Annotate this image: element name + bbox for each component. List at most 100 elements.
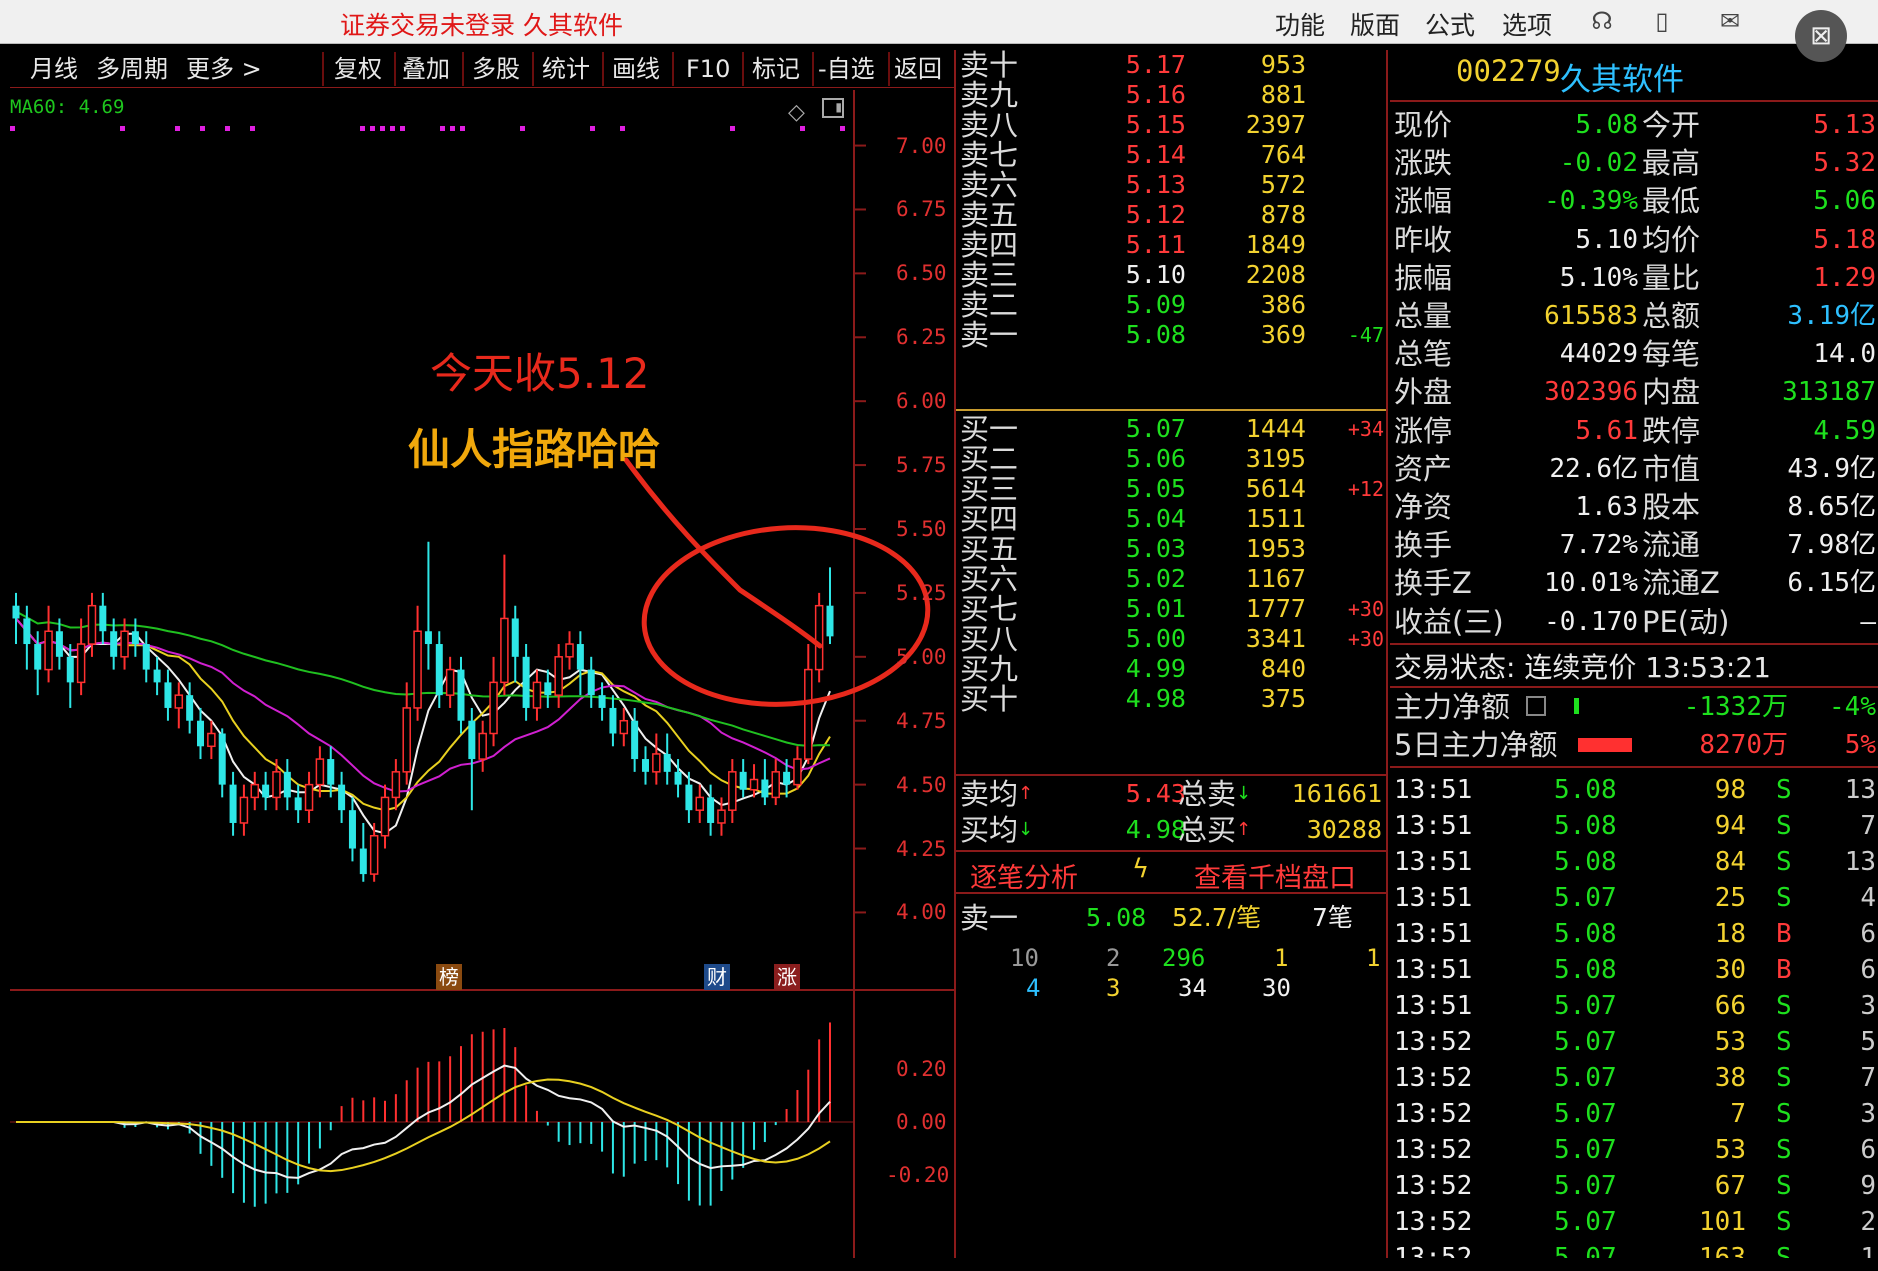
tick-side: S (1776, 1207, 1792, 1237)
badge-finance[interactable]: 财 (704, 964, 730, 990)
badge-limit-up[interactable]: 涨 (774, 964, 800, 990)
quote-field-row: 昨收 5.10 均价 5.18 (1390, 221, 1878, 259)
menu-formula[interactable]: 公式 (1425, 6, 1475, 42)
toolbar-adjust[interactable]: 复权 (334, 52, 382, 86)
field-label: 换手Z (1394, 566, 1472, 601)
bid-row[interactable]: 买七 5.01 1777 +30 (956, 594, 1386, 624)
toolbar-stats[interactable]: 统计 (542, 52, 590, 86)
bid-volume: 375 (1260, 684, 1306, 713)
info-divider (1390, 766, 1878, 768)
tick-price: 5.08 (1554, 919, 1617, 949)
tick-price: 5.07 (1554, 1171, 1617, 1201)
signal-dot (400, 126, 405, 131)
field-label: 总额 (1642, 299, 1701, 333)
ask-price: 5.09 (1125, 290, 1186, 319)
candle-body (197, 720, 205, 747)
bid-row[interactable]: 买一 5.07 1444 +34 (956, 414, 1386, 444)
bid-price: 5.05 (1125, 474, 1186, 503)
tick-row: 13:51 5.07 25 S 4 (1390, 880, 1878, 916)
tab-depth-view[interactable]: 查看千档盘口 (1194, 856, 1356, 895)
bid-label: 买五 (960, 532, 1019, 566)
quote-field-row: 收益(三) -0.170 PE(动) — (1390, 603, 1878, 641)
tick-list[interactable]: 13:51 5.08 98 S 13 13:51 5.08 94 S 7 13:51 5.08 84 S 1… (1390, 772, 1878, 1258)
ask-row[interactable]: 卖六 5.13 572 (956, 170, 1386, 200)
main-net-5d-row: 5日主力净额 8270万 5% (1394, 728, 1876, 762)
ask-row[interactable]: 卖一 5.08 369 -47 (956, 320, 1386, 350)
ask-row[interactable]: 卖八 5.15 2397 (956, 110, 1386, 140)
toolbar-multi-stock[interactable]: 多股 (472, 52, 520, 86)
field-label: 涨停 (1394, 413, 1453, 448)
candle-body (598, 695, 606, 708)
tab-tick-analysis[interactable]: 逐笔分析 (970, 856, 1078, 895)
ask-label: 卖七 (960, 138, 1019, 172)
tick-count: 4 (1860, 883, 1876, 913)
ask-volume: 369 (1260, 320, 1306, 349)
tick-row: 13:51 5.08 94 S 7 (1390, 808, 1878, 844)
badge-list[interactable]: 榜 (436, 964, 462, 990)
bid-row[interactable]: 买五 5.03 1953 (956, 534, 1386, 564)
bid-row[interactable]: 买十 4.98 375 (956, 684, 1386, 714)
quote-field-row: 换手Z 10.01% 流通Z 6.15亿 (1390, 564, 1878, 602)
field-value: 5.13 (1813, 110, 1876, 140)
bid-price: 4.98 (1125, 684, 1186, 713)
mail-icon[interactable]: ✉ (1715, 6, 1745, 36)
close-icon[interactable]: ⊠ (1795, 10, 1847, 62)
tick-side: S (1776, 991, 1792, 1021)
toolbar-divider (532, 52, 534, 86)
tick-side: S (1776, 775, 1792, 805)
ask-row[interactable]: 卖二 5.09 386 (956, 290, 1386, 320)
field-value: 5.61 (1575, 415, 1638, 446)
candle-body (120, 630, 129, 658)
tick-count: 1 (1860, 1243, 1876, 1258)
ask-label: 卖一 (960, 318, 1019, 352)
bid-label: 买六 (960, 562, 1019, 596)
bid-row[interactable]: 买四 5.04 1511 (956, 504, 1386, 534)
toolbar-overlay[interactable]: 叠加 (402, 52, 450, 86)
bid-change: +30 (1347, 597, 1384, 621)
ask-row[interactable]: 卖五 5.12 878 (956, 200, 1386, 230)
headset-icon[interactable]: ☊ (1587, 6, 1617, 36)
toolbar-mark[interactable]: 标记 (752, 52, 800, 86)
bid-row[interactable]: 买三 5.05 5614 +12 (956, 474, 1386, 504)
panel-icon[interactable]: ▮ (822, 98, 844, 118)
menu-function[interactable]: 功能 (1275, 6, 1325, 42)
tick-price: 5.07 (1554, 991, 1617, 1021)
tick-row: 13:52 5.07 67 S 9 (1390, 1168, 1878, 1204)
candle-body (641, 759, 649, 772)
bid-row[interactable]: 买八 5.00 3341 +30 (956, 624, 1386, 654)
ask-row[interactable]: 卖七 5.14 764 (956, 140, 1386, 170)
y-axis-label: 6.75 (896, 197, 947, 222)
field-value: 5.06 (1813, 186, 1876, 217)
toolbar-divider (812, 52, 814, 86)
phone-icon[interactable]: ▯ (1647, 6, 1677, 36)
toolbar-more[interactable]: 更多 > (186, 52, 262, 86)
ask-row[interactable]: 卖四 5.11 1849 (956, 230, 1386, 260)
diamond-icon[interactable]: ◇ (788, 100, 805, 125)
ask-row[interactable]: 卖十 5.17 953 (956, 50, 1386, 80)
toolbar-monthly[interactable]: 月线 (30, 52, 78, 86)
toolbar-divider (742, 52, 744, 86)
candle-body (218, 733, 226, 785)
bid-row[interactable]: 买六 5.02 1167 (956, 564, 1386, 594)
ask-row[interactable]: 卖三 5.10 2208 (956, 260, 1386, 290)
quote-field-row: 总量 615583 总额 3.19亿 (1390, 297, 1878, 335)
toolbar-multi-period[interactable]: 多周期 (96, 52, 168, 86)
signal-dot (460, 126, 465, 131)
toolbar-back[interactable]: 返回 (894, 52, 942, 86)
bid-row[interactable]: 买二 5.06 3195 (956, 444, 1386, 474)
bid-volume: 1444 (1245, 414, 1306, 443)
ask-row[interactable]: 卖九 5.16 881 (956, 80, 1386, 110)
tick-count: 7 (1860, 1063, 1876, 1093)
menu-layout[interactable]: 版面 (1350, 6, 1400, 42)
menu-options[interactable]: 选项 (1502, 6, 1552, 42)
tick-count: 6 (1860, 919, 1876, 949)
toolbar-draw[interactable]: 画线 (612, 52, 660, 86)
tick-volume: 53 (1714, 1027, 1746, 1057)
list-icon[interactable] (1526, 696, 1546, 716)
toolbar-f10[interactable]: F10 (686, 52, 730, 86)
candle-body (804, 668, 813, 760)
lightning-icon[interactable]: ϟ (1132, 854, 1149, 884)
kline-chart[interactable] (10, 90, 954, 1258)
toolbar-watchlist[interactable]: -自选 (818, 52, 875, 86)
bid-row[interactable]: 买九 4.99 840 (956, 654, 1386, 684)
